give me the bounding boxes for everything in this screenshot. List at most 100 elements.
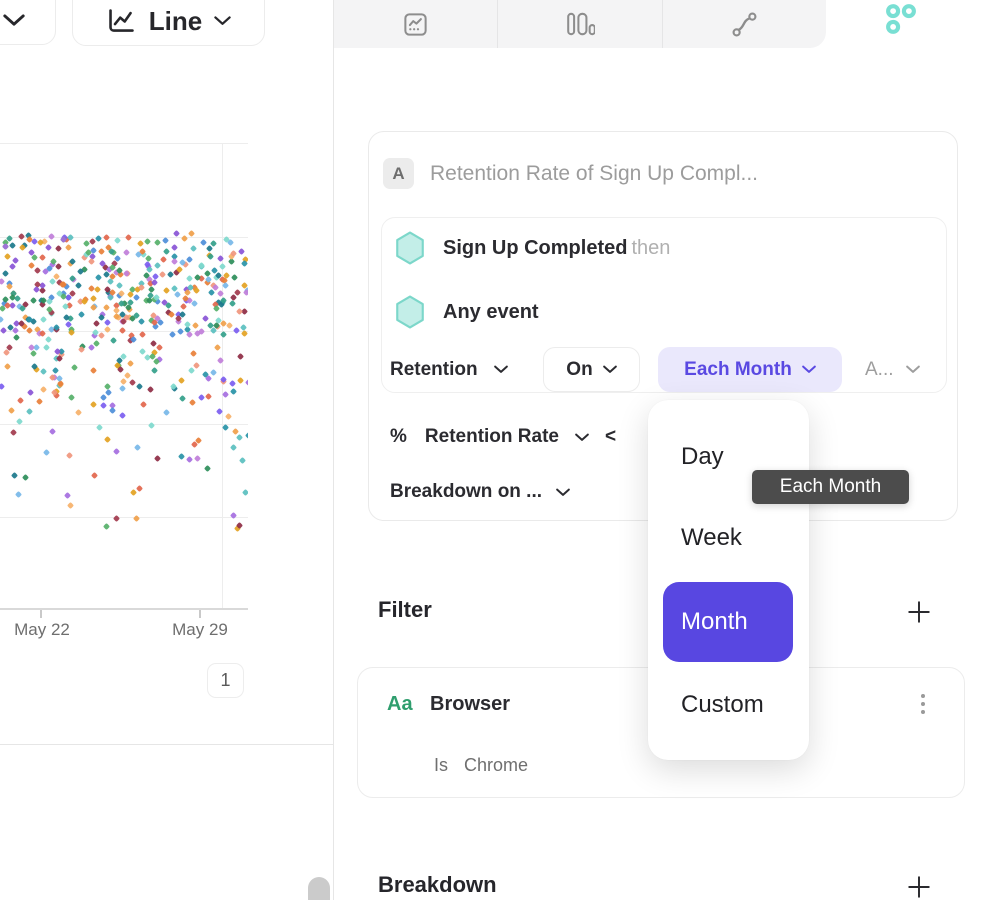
- scatter-point: [231, 274, 238, 281]
- scatter-point: [238, 457, 245, 464]
- scatter-point: [105, 389, 112, 396]
- scatter-point: [100, 402, 107, 409]
- scatter-point: [230, 388, 237, 395]
- scatter-point: [40, 368, 47, 375]
- scatter-point: [207, 253, 214, 260]
- scatter-point: [212, 284, 219, 291]
- scatter-point: [109, 407, 116, 414]
- scatter-point: [48, 233, 55, 240]
- scatter-point: [133, 294, 140, 301]
- tab-bar-chart[interactable]: [497, 0, 661, 48]
- scatter-point: [245, 432, 248, 439]
- horizontal-divider: [0, 744, 333, 745]
- add-breakdown-button[interactable]: [906, 874, 932, 900]
- scatter-point: [240, 260, 247, 267]
- menu-item-week[interactable]: Week: [681, 524, 742, 552]
- report-title[interactable]: Retention Rate of Sign Up Compl...: [430, 162, 758, 186]
- scatter-point: [34, 267, 41, 274]
- interval-menu: Day Week Month Custom: [648, 400, 809, 760]
- menu-item-day[interactable]: Day: [681, 443, 724, 471]
- scatter-point: [64, 492, 71, 499]
- kebab-menu-icon[interactable]: [921, 694, 925, 714]
- measure-dropdown[interactable]: % Retention Rate <: [390, 424, 616, 450]
- scatter-point: [180, 303, 187, 310]
- scatter-point: [123, 249, 130, 256]
- interval-dropdown[interactable]: Each Month: [658, 347, 842, 392]
- scatter-point: [15, 491, 22, 498]
- plus-icon: [906, 599, 932, 625]
- scatter-point: [151, 367, 158, 374]
- scatter-point: [40, 316, 47, 323]
- scatter-point: [119, 385, 126, 392]
- chart-type-button[interactable]: Line: [72, 0, 265, 46]
- scatter-point: [4, 363, 11, 370]
- scatter-point: [36, 239, 43, 246]
- scatter-point: [28, 262, 35, 269]
- tab-flow-chart[interactable]: [662, 0, 826, 48]
- collapsed-dropdown-button[interactable]: [0, 0, 56, 45]
- scatter-point: [55, 245, 62, 252]
- scatter-point: [93, 320, 100, 327]
- scatter-point: [88, 257, 95, 264]
- scatter-point: [174, 291, 181, 298]
- scrollbar-thumb[interactable]: [308, 877, 330, 900]
- scatter-point: [110, 337, 117, 344]
- scatter-point: [112, 515, 119, 522]
- scatter-point: [137, 240, 144, 247]
- filter-property-label: Browser: [430, 693, 510, 716]
- scatter-point: [33, 286, 40, 293]
- scatter-point: [95, 274, 102, 281]
- scatter-point: [11, 471, 18, 478]
- scatter-point: [190, 245, 197, 252]
- scatter-point: [104, 383, 111, 390]
- filter-operator-label: Is: [434, 755, 448, 776]
- scatter-point: [154, 455, 161, 462]
- scatter-dots-icon[interactable]: [884, 3, 918, 35]
- scatter-point: [225, 413, 232, 420]
- scatter-point: [186, 456, 193, 463]
- event-row[interactable]: Sign Up Completedthen: [395, 231, 670, 265]
- scatter-point: [217, 255, 224, 262]
- bar-chart-icon: [565, 11, 595, 37]
- on-dropdown[interactable]: On: [543, 347, 640, 392]
- scatter-point: [214, 344, 221, 351]
- scatter-point: [69, 290, 76, 297]
- chevron-down-icon: [906, 365, 920, 374]
- filter-section-title: Filter: [378, 597, 432, 623]
- menu-item-month[interactable]: Month: [663, 582, 793, 662]
- scatter-point: [114, 237, 121, 244]
- scatter-point: [188, 230, 195, 237]
- scatter-point: [219, 263, 226, 270]
- event-row[interactable]: Any event: [395, 295, 543, 329]
- scatter-point: [130, 489, 137, 496]
- tooltip: Each Month: [752, 470, 909, 504]
- pagination-page-button[interactable]: 1: [207, 663, 244, 698]
- scatter-point: [30, 297, 37, 304]
- add-filter-button[interactable]: [906, 599, 932, 625]
- truncated-dropdown[interactable]: A...: [865, 347, 920, 392]
- tab-area-chart[interactable]: [334, 0, 497, 48]
- scatter-point: [229, 300, 236, 307]
- scatter-point: [103, 304, 110, 311]
- angle-bracket-label: <: [605, 426, 616, 448]
- scatter-point: [2, 270, 9, 277]
- filter-value-label: Chrome: [464, 755, 528, 776]
- scatter-point: [8, 407, 15, 414]
- pagination-label: 1: [220, 670, 230, 691]
- x-axis-label: May 22: [2, 620, 82, 640]
- scatter-point: [204, 270, 211, 277]
- scatter-point: [52, 367, 59, 374]
- scatter-point: [120, 378, 127, 385]
- scatter-point: [238, 248, 245, 255]
- event-name: Sign Up Completed: [443, 237, 627, 259]
- scatter-point: [13, 334, 20, 341]
- scatter-point: [103, 523, 110, 530]
- breakdown-on-dropdown[interactable]: Breakdown on ...: [390, 479, 570, 505]
- menu-item-custom[interactable]: Custom: [681, 691, 764, 719]
- scatter-point: [210, 369, 217, 376]
- metric-dropdown[interactable]: Retention: [390, 347, 508, 392]
- scatter-point: [139, 348, 146, 355]
- percent-label: %: [390, 426, 407, 448]
- scatter-point: [163, 287, 170, 294]
- scatter-point: [245, 379, 248, 386]
